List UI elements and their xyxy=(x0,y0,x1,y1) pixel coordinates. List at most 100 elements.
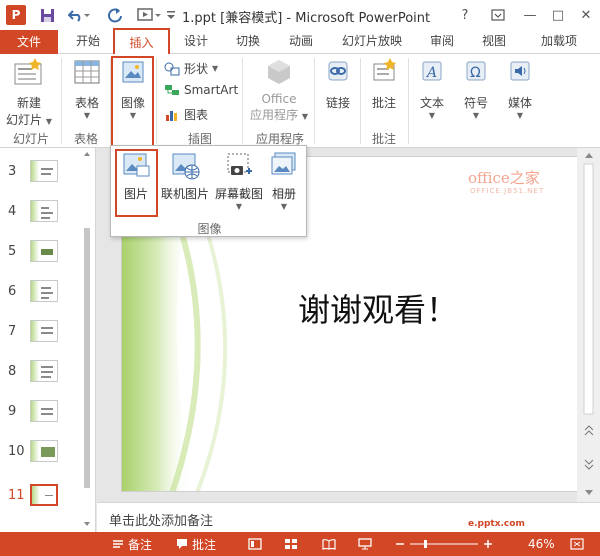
notes-placeholder: 单击此处添加备注 xyxy=(109,514,214,529)
highlight-box xyxy=(115,149,158,217)
slide-thumbnail[interactable]: 9 xyxy=(0,396,92,426)
watermark-brand: office之家 xyxy=(468,169,540,187)
image-dropdown-menu: 图片 联机图片 屏幕截图 ▼ 相册 ▼ 图像 xyxy=(110,145,307,237)
site-watermark: e.pptx.com xyxy=(468,519,525,529)
group-label-tables: 表格 xyxy=(73,132,98,146)
screenshot-icon xyxy=(227,153,252,175)
comment-bubble-icon xyxy=(177,539,187,549)
fit-to-window-icon[interactable] xyxy=(570,532,584,556)
chevron-down-icon: ▼ xyxy=(83,111,91,120)
customize-toolbar-icon[interactable] xyxy=(164,4,178,26)
new-slide-icon xyxy=(13,58,45,88)
tab-design[interactable]: 设计 xyxy=(176,30,216,54)
tab-addins[interactable]: 加载项 xyxy=(530,30,588,54)
minimize-button[interactable]: — xyxy=(518,4,542,26)
chevron-down-icon: ▼ xyxy=(235,202,243,211)
new-comment-button[interactable]: 批注 xyxy=(366,58,402,111)
close-button[interactable]: ✕ xyxy=(574,4,598,26)
smartart-icon xyxy=(165,85,179,95)
tab-transitions[interactable]: 切换 xyxy=(228,30,268,54)
window-title: 1.ppt [兼容模式] - Microsoft PowerPoint xyxy=(182,11,431,26)
ribbon: 新建 幻灯片 ▼ 表格 ▼ 图像 ▼ 形状 ▼ SmartArt 图表 Offi… xyxy=(0,54,600,150)
slide-thumbnail[interactable]: 4 xyxy=(0,196,92,226)
tab-insert[interactable]: 插入 xyxy=(113,28,170,54)
table-icon xyxy=(72,58,102,88)
online-pictures-item[interactable]: 联机图片 xyxy=(159,150,211,202)
redo-icon[interactable] xyxy=(104,4,126,26)
powerpoint-app-icon[interactable]: P xyxy=(6,5,26,25)
tab-home[interactable]: 开始 xyxy=(66,30,110,54)
separator xyxy=(360,58,361,144)
symbol-button[interactable]: Ω 符号 ▼ xyxy=(458,58,494,120)
ribbon-display-options-icon[interactable] xyxy=(488,4,508,26)
slide-thumbnail-panel: 3 4 5 6 7 8 9 10 11 xyxy=(0,148,96,532)
omega-icon: Ω xyxy=(461,58,491,88)
chevron-down-icon: ▼ xyxy=(280,202,288,211)
tab-slideshow[interactable]: 幻灯片放映 xyxy=(335,30,409,54)
screenshot-item[interactable]: 屏幕截图 ▼ xyxy=(213,150,265,211)
dropdown-group-label: 图像 xyxy=(197,222,222,236)
tab-view[interactable]: 视图 xyxy=(474,30,514,54)
normal-view-icon[interactable] xyxy=(248,532,262,556)
notes-toggle-button[interactable]: 备注 xyxy=(112,532,152,556)
reading-view-icon[interactable] xyxy=(322,532,336,556)
tab-file[interactable]: 文件 xyxy=(0,30,58,54)
slide-thumbnail[interactable]: 8 xyxy=(0,356,92,386)
slide-thumbnail[interactable]: 10 xyxy=(0,436,92,466)
separator xyxy=(242,58,243,144)
slide-scrollbar[interactable] xyxy=(577,148,600,502)
shapes-icon xyxy=(164,62,180,75)
zoom-slider[interactable] xyxy=(394,532,494,556)
slide-title[interactable]: 谢谢观看！ xyxy=(298,285,458,331)
office-apps-button[interactable]: Office 应用程序 ▼ xyxy=(249,58,309,123)
chevron-down-icon: ▼ xyxy=(516,111,524,120)
group-label-comments: 批注 xyxy=(371,132,396,146)
help-button[interactable]: ? xyxy=(455,4,475,26)
separator xyxy=(408,58,409,144)
save-icon[interactable] xyxy=(36,4,58,26)
photo-album-item[interactable]: 相册 ▼ xyxy=(263,150,305,211)
separator xyxy=(314,58,315,144)
speaker-icon xyxy=(505,58,535,88)
title-bar: P 1.ppt [兼容模式] - Microsoft PowerPoint ? … xyxy=(0,0,600,30)
slide-thumbnail[interactable]: 5 xyxy=(0,236,92,266)
media-button[interactable]: 媒体 ▼ xyxy=(502,58,538,120)
slide-thumbnail[interactable]: 6 xyxy=(0,276,92,306)
text-icon: A xyxy=(417,58,447,88)
slide-thumbnail[interactable]: 7 xyxy=(0,316,92,346)
slide-thumbnail-current[interactable]: 11 xyxy=(0,480,92,510)
comments-toggle-button[interactable]: 批注 xyxy=(176,532,216,556)
highlight-box xyxy=(111,56,154,150)
chart-button[interactable]: 图表 xyxy=(164,106,208,123)
start-slideshow-icon[interactable] xyxy=(134,4,164,26)
slide-sorter-view-icon[interactable] xyxy=(284,532,298,556)
new-slide-button[interactable]: 新建 幻灯片 ▼ xyxy=(4,58,54,128)
svg-text:Ω: Ω xyxy=(470,65,481,81)
zoom-level[interactable]: 46% xyxy=(528,532,555,556)
chevron-down-icon: ▼ xyxy=(428,111,436,120)
watermark-url: OFFICE.JB51.NET xyxy=(470,187,545,195)
tab-animations[interactable]: 动画 xyxy=(281,30,321,54)
shapes-button[interactable]: 形状 ▼ xyxy=(164,60,218,77)
table-button[interactable]: 表格 ▼ xyxy=(68,58,106,120)
ribbon-tab-bar: 文件 开始 插入 设计 切换 动画 幻灯片放映 审阅 视图 加载项 xyxy=(0,28,600,54)
chevron-down-icon: ▼ xyxy=(472,111,480,120)
group-label-slides: 幻灯片 xyxy=(12,132,49,146)
separator xyxy=(156,58,157,144)
online-pictures-icon xyxy=(172,153,200,180)
status-bar: 备注 批注 46% e.pptx.com xyxy=(0,519,600,556)
photo-album-icon xyxy=(271,152,296,175)
slide-thumbnail[interactable]: 3 xyxy=(0,156,92,186)
maximize-button[interactable]: □ xyxy=(546,4,570,26)
undo-icon[interactable] xyxy=(64,4,94,26)
smartart-button[interactable]: SmartArt xyxy=(164,83,238,97)
text-button[interactable]: A 文本 ▼ xyxy=(414,58,450,120)
slideshow-view-icon[interactable] xyxy=(358,532,372,556)
link-button[interactable]: 链接 xyxy=(320,58,356,111)
notes-icon xyxy=(113,540,123,548)
tab-review[interactable]: 审阅 xyxy=(422,30,462,54)
separator xyxy=(61,58,62,144)
svg-text:A: A xyxy=(425,65,437,81)
chart-icon xyxy=(166,110,177,121)
thumbnail-scrollbar[interactable] xyxy=(82,148,92,532)
